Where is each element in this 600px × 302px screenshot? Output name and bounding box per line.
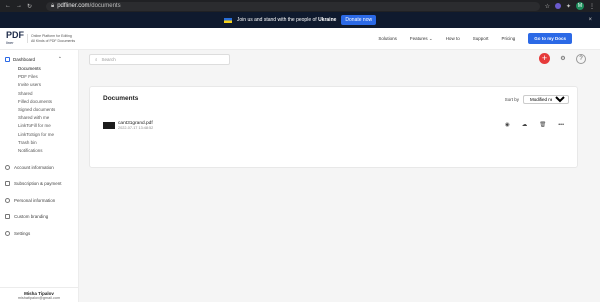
sidebar-item-linktofill[interactable]: LinkToFill for me bbox=[18, 122, 78, 130]
sidebar: Dashboard ⌃ Documents PDF Files Invite u… bbox=[0, 50, 79, 302]
document-date: 2022-07-17 13:48:52 bbox=[118, 125, 154, 130]
user-profile[interactable]: Misha Tipalov mishatipalov@gmail.com bbox=[0, 287, 78, 302]
more-icon[interactable]: ••• bbox=[558, 122, 564, 128]
document-row[interactable]: cant31grand.pdf 2022-07-17 13:48:52 ◉ ☁ … bbox=[103, 117, 569, 133]
search-input[interactable]: ⌕ Search bbox=[89, 54, 230, 65]
sidebar-item-account[interactable]: Account information bbox=[0, 159, 78, 176]
reload-icon[interactable]: ↻ bbox=[27, 3, 32, 10]
close-icon[interactable]: × bbox=[588, 17, 592, 23]
back-icon[interactable]: ← bbox=[5, 3, 11, 10]
sidebar-item-invite-users[interactable]: Invite users bbox=[18, 81, 78, 89]
menu-how-to[interactable]: How to bbox=[446, 36, 460, 41]
url-host: pdfliner.com bbox=[57, 3, 90, 9]
sidebar-item-subscription[interactable]: Subscription & payment bbox=[0, 176, 78, 193]
sidebar-item-filled-documents[interactable]: Filled documents bbox=[18, 98, 78, 106]
extension-icon[interactable] bbox=[554, 3, 561, 9]
sort-select[interactable]: Modified newest bbox=[523, 95, 569, 104]
banner-text: Join us and stand with the people of Ukr… bbox=[236, 17, 337, 23]
menu-features[interactable]: Features ⌄ bbox=[410, 36, 433, 42]
row-actions: ◉ ☁ 🗑︎ ••• bbox=[505, 122, 569, 128]
chevron-up-icon: ⌃ bbox=[58, 56, 62, 61]
dashboard-icon bbox=[5, 56, 10, 62]
trash-icon[interactable]: 🗑︎ bbox=[539, 122, 546, 128]
header-actions: + ⚙ ? bbox=[539, 53, 586, 64]
search-icon: ⌕ bbox=[95, 57, 98, 62]
menu-solutions[interactable]: Solutions bbox=[378, 36, 397, 41]
pdfliner-logo[interactable]: PDF liner Online Platform for Editing All… bbox=[0, 30, 160, 47]
ukraine-flag-icon bbox=[223, 17, 232, 23]
logo-tagline: Online Platform for Editing All Kinds of… bbox=[27, 34, 75, 43]
site-header: PDF liner Online Platform for Editing All… bbox=[0, 28, 600, 50]
lock-icon: 🔒︎ bbox=[51, 2, 55, 9]
brush-icon bbox=[5, 214, 10, 220]
sidebar-item-pdf-files[interactable]: PDF Files bbox=[18, 73, 78, 81]
add-document-button[interactable]: + bbox=[539, 53, 550, 64]
browser-extensions: ☆ ✦ M ⋮ bbox=[540, 2, 600, 10]
menu-pricing[interactable]: Pricing bbox=[501, 36, 515, 41]
sidebar-item-shared[interactable]: Shared bbox=[18, 90, 78, 98]
sidebar-item-settings[interactable]: Settings bbox=[0, 225, 78, 242]
sidebar-item-linktosign[interactable]: LinkToSign for me bbox=[18, 131, 78, 139]
sidebar-item-notifications[interactable]: Notifications bbox=[18, 147, 78, 155]
sidebar-item-documents[interactable]: Documents bbox=[18, 65, 78, 73]
gear-icon bbox=[5, 230, 10, 236]
menu-dots-icon[interactable]: ⋮ bbox=[589, 3, 595, 10]
sidebar-item-branding[interactable]: Custom branding bbox=[0, 209, 78, 226]
sidebar-item-signed-documents[interactable]: Signed documents bbox=[18, 106, 78, 114]
cloud-download-icon[interactable]: ☁ bbox=[522, 122, 528, 128]
donate-button[interactable]: Donate now bbox=[341, 15, 377, 25]
eye-icon[interactable]: ◉ bbox=[505, 122, 510, 128]
profile-avatar[interactable]: M bbox=[576, 2, 584, 10]
go-to-docs-button[interactable]: Go to my Docs bbox=[528, 33, 572, 44]
sidebar-dashboard[interactable]: Dashboard ⌃ bbox=[0, 50, 78, 65]
user-email: mishatipalov@gmail.com bbox=[17, 296, 61, 300]
sort-control: Sort by Modified newest bbox=[505, 95, 569, 104]
top-menu: Solutions Features ⌄ How to Support Pric… bbox=[378, 33, 600, 44]
page-title: Documents bbox=[103, 95, 139, 102]
card-icon bbox=[5, 181, 10, 187]
user-icon bbox=[5, 197, 10, 203]
sidebar-item-shared-with-me[interactable]: Shared with me bbox=[18, 114, 78, 122]
address-bar[interactable]: 🔒︎ pdfliner.com/documents bbox=[46, 1, 540, 11]
help-icon[interactable]: ? bbox=[576, 53, 586, 64]
browser-chrome: ← → ↻ 🔒︎ pdfliner.com/documents ☆ ✦ M ⋮ bbox=[0, 0, 600, 12]
url-path: /documents bbox=[89, 3, 121, 9]
main-content: ⌕ Search + ⚙ ? Documents Sort by Modifie… bbox=[79, 50, 600, 302]
document-thumbnail bbox=[103, 121, 115, 129]
sidebar-item-personal[interactable]: Personal information bbox=[0, 192, 78, 209]
star-icon[interactable]: ☆ bbox=[545, 3, 550, 10]
sidebar-item-trash-bin[interactable]: Trash bin bbox=[18, 139, 78, 147]
sort-label: Sort by bbox=[504, 97, 519, 102]
ukraine-banner: Join us and stand with the people of Ukr… bbox=[0, 12, 600, 28]
puzzle-icon[interactable]: ✦ bbox=[566, 3, 571, 10]
info-icon bbox=[5, 164, 10, 170]
dashboard-submenu: Documents PDF Files Invite users Shared … bbox=[0, 65, 78, 155]
menu-support[interactable]: Support bbox=[473, 36, 489, 41]
forward-icon[interactable]: → bbox=[16, 3, 22, 10]
browser-nav: ← → ↻ bbox=[0, 3, 46, 10]
document-name[interactable]: cant31grand.pdf bbox=[118, 121, 153, 126]
documents-card: Documents Sort by Modified newest cant31… bbox=[89, 86, 578, 168]
gear-icon[interactable]: ⚙ bbox=[558, 54, 568, 64]
